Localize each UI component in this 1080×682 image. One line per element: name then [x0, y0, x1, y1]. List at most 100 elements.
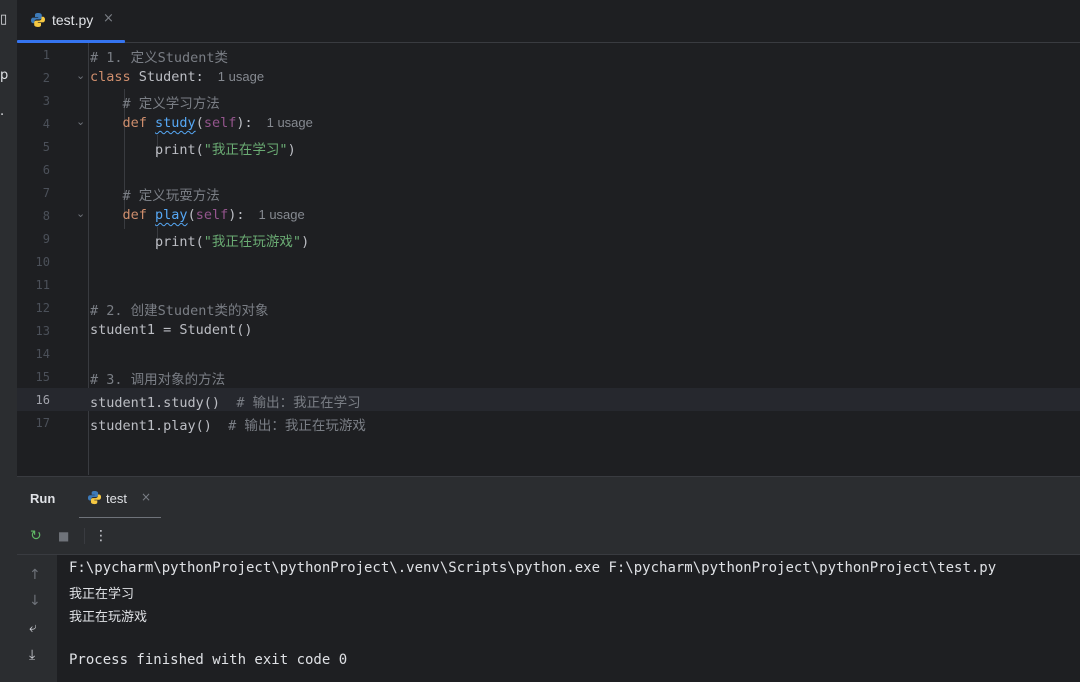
code-token: self: [203, 115, 237, 131]
usage-hint[interactable]: 1 usage: [267, 115, 313, 130]
run-sidebar: ↑ ↓ ⤶ ⤓: [17, 555, 57, 682]
code-line[interactable]: 1 # 1. 定义Student类: [17, 43, 1080, 66]
code-token: def: [122, 207, 147, 223]
code-text: # 定义玩耍方法: [90, 184, 220, 204]
toolbar-separator: [84, 528, 85, 544]
console-line: 我正在玩游戏: [69, 610, 148, 625]
code-token: # 定义学习方法: [122, 96, 220, 112]
code-text: # 3. 调用对象的方法: [90, 368, 225, 388]
code-token: ): [301, 234, 310, 250]
code-line[interactable]: 11: [17, 273, 1080, 296]
code-token: print(: [90, 234, 204, 250]
code-line[interactable]: 15 # 3. 调用对象的方法: [17, 365, 1080, 388]
python-icon: [31, 13, 45, 27]
run-tab-test[interactable]: test ×: [79, 477, 161, 519]
tool-icon-p[interactable]: p: [0, 68, 8, 83]
code-token: student1.study(): [90, 395, 237, 411]
up-arrow-icon[interactable]: ↑: [29, 567, 41, 583]
code-token: "我正在学习": [203, 142, 288, 158]
editor-tab-bar: test.py ×: [17, 0, 1080, 43]
code-line[interactable]: 6: [17, 158, 1080, 181]
run-tab-label: test: [106, 491, 127, 506]
left-tool-strip: ▯ p .: [0, 0, 17, 682]
stop-icon[interactable]: ■: [58, 529, 69, 543]
code-token: ):: [228, 207, 245, 223]
line-number: 15: [35, 370, 50, 384]
line-number: 17: [35, 416, 50, 430]
code-token: self: [195, 207, 229, 223]
more-options-icon[interactable]: ⋮: [94, 528, 108, 544]
code-token: play: [155, 207, 188, 223]
code-token: # 输出：我正在学习: [236, 395, 361, 411]
code-token: student1 = Student(): [90, 322, 253, 338]
more-tools-icon[interactable]: .: [0, 104, 4, 119]
down-arrow-icon[interactable]: ↓: [29, 593, 41, 609]
code-text: # 2. 创建Student类的对象: [90, 299, 269, 319]
code-line[interactable]: 10: [17, 250, 1080, 273]
code-text: student1.study() # 输出：我正在学习: [90, 391, 361, 411]
soft-wrap-icon[interactable]: ⤶: [29, 620, 37, 636]
code-line[interactable]: 12 # 2. 创建Student类的对象: [17, 296, 1080, 319]
run-toolbar: ↻ ■ ⋮: [17, 518, 1080, 555]
code-text: student1.play() # 输出：我正在玩游戏: [90, 414, 366, 434]
code-token: # 1. 定义Student类: [90, 50, 229, 66]
line-number: 13: [35, 324, 50, 338]
editor-tab-test-py[interactable]: test.py ×: [17, 0, 125, 43]
code-text: # 定义学习方法: [90, 92, 220, 112]
line-number: 6: [42, 163, 50, 177]
console-line: Process finished with exit code 0: [69, 652, 348, 668]
code-line[interactable]: 16 student1.study() # 输出：我正在学习: [17, 388, 1080, 411]
code-text: print("我正在学习"): [90, 138, 296, 158]
line-number: 1: [42, 48, 50, 62]
code-line[interactable]: 17 student1.play() # 输出：我正在玩游戏: [17, 411, 1080, 434]
project-tool-icon[interactable]: ▯: [0, 12, 7, 27]
code-text: def play(self): 1 usage: [90, 207, 305, 223]
python-icon: [87, 490, 102, 505]
line-number: 3: [42, 94, 50, 108]
code-token: # 2. 创建Student类的对象: [90, 303, 269, 319]
code-line[interactable]: 8 ⌄ def play(self): 1 usage: [17, 204, 1080, 227]
code-editor[interactable]: 1 # 1. 定义Student类 2 ⌄ class Student: 1 usage 3…: [17, 43, 1080, 475]
code-line[interactable]: 4 ⌄ def study(self): 1 usage: [17, 112, 1080, 135]
code-token: class: [90, 69, 131, 85]
console-output[interactable]: F:\pycharm\pythonProject\pythonProject\.…: [57, 555, 1080, 682]
code-line[interactable]: 14: [17, 342, 1080, 365]
line-number: 10: [35, 255, 50, 269]
code-text: # 1. 定义Student类: [90, 46, 228, 66]
usage-hint[interactable]: 1 usage: [218, 69, 264, 84]
code-token: print(: [90, 142, 204, 158]
code-token: (: [195, 115, 204, 131]
line-number: 16: [35, 393, 50, 407]
code-token: Student:: [130, 69, 204, 85]
close-tab-icon[interactable]: ×: [103, 11, 114, 26]
code-token: # 定义玩耍方法: [122, 188, 220, 204]
code-token: "我正在玩游戏": [203, 234, 302, 250]
fold-chevron-icon[interactable]: ⌄: [76, 69, 85, 82]
scroll-to-end-icon[interactable]: ⤓: [29, 647, 35, 663]
line-number: 9: [42, 232, 50, 246]
code-line[interactable]: 9 print("我正在玩游戏"): [17, 227, 1080, 250]
fold-chevron-icon[interactable]: ⌄: [76, 207, 85, 220]
line-number: 8: [42, 209, 50, 223]
fold-chevron-icon[interactable]: ⌄: [76, 115, 85, 128]
code-text: student1 = Student(): [90, 322, 253, 338]
usage-hint[interactable]: 1 usage: [258, 207, 304, 222]
code-token: study: [155, 115, 196, 131]
code-token: # 输出：我正在玩游戏: [228, 418, 366, 434]
code-line[interactable]: 5 print("我正在学习"): [17, 135, 1080, 158]
close-run-tab-icon[interactable]: ×: [141, 490, 151, 504]
code-line[interactable]: 2 ⌄ class Student: 1 usage: [17, 66, 1080, 89]
line-number: 5: [42, 140, 50, 154]
code-line[interactable]: 7 # 定义玩耍方法: [17, 181, 1080, 204]
code-token: student1.play(): [90, 418, 229, 434]
code-line[interactable]: 13 student1 = Student(): [17, 319, 1080, 342]
console-line: 我正在学习: [69, 587, 135, 602]
code-text: print("我正在玩游戏"): [90, 230, 309, 250]
code-line[interactable]: 3 # 定义学习方法: [17, 89, 1080, 112]
rerun-icon[interactable]: ↻: [30, 528, 42, 544]
